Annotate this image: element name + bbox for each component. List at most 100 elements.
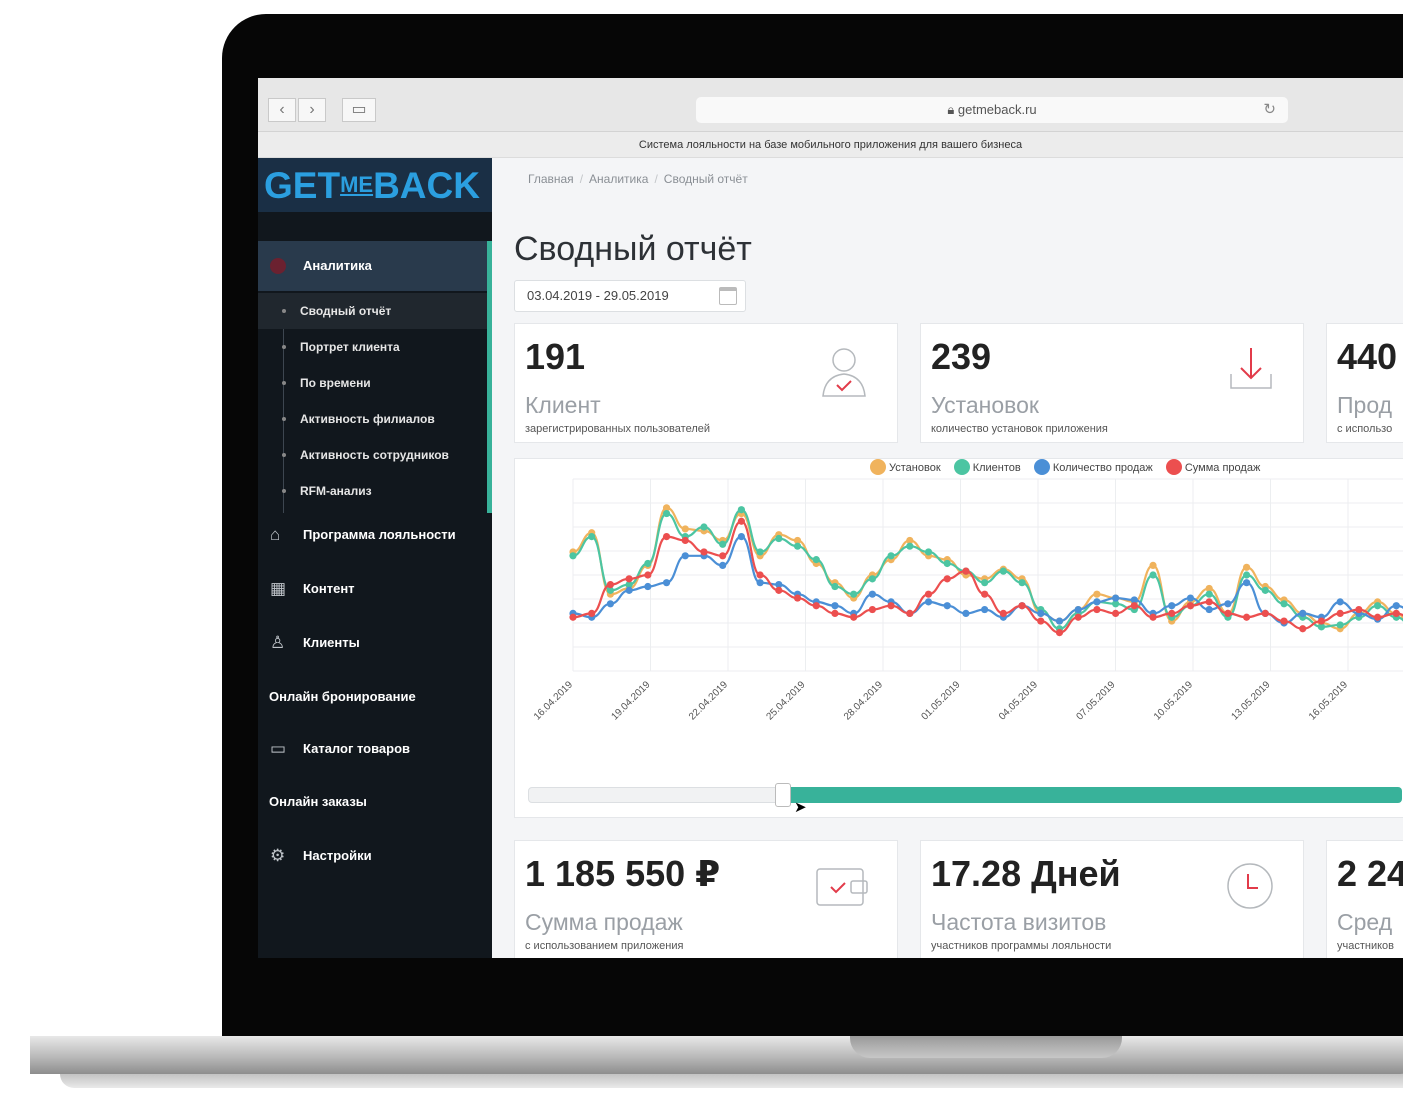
data-point bbox=[999, 609, 1007, 617]
breadcrumb-analytics[interactable]: Аналитика bbox=[589, 172, 648, 186]
screen: ‹ › ▭ 🔒︎ getmeback.ru ↻ Система лояльнос… bbox=[258, 78, 1403, 958]
sidebar-item-catalog[interactable]: ▭ Каталог товаров bbox=[258, 729, 492, 769]
data-point bbox=[943, 559, 951, 568]
data-point bbox=[831, 582, 839, 591]
data-point bbox=[737, 533, 745, 541]
data-point bbox=[775, 534, 783, 543]
data-point bbox=[831, 609, 839, 617]
data-point bbox=[737, 506, 745, 514]
sidebar-item-label: Онлайн бронирование bbox=[269, 689, 416, 704]
legend-item-installs[interactable]: Установок bbox=[870, 459, 941, 475]
range-slider-fill[interactable] bbox=[782, 787, 1402, 803]
legend-item-clients[interactable]: Клиентов bbox=[953, 459, 1021, 475]
subnav-item-branch-activity[interactable]: Активность филиалов bbox=[258, 401, 487, 437]
x-tick-label: 13.05.2019 bbox=[1229, 679, 1272, 722]
tagline-banner: Система лояльности на базе мобильного пр… bbox=[258, 132, 1403, 158]
data-point bbox=[887, 602, 895, 610]
data-point bbox=[588, 533, 596, 541]
data-point bbox=[1299, 625, 1307, 633]
chart-card: 16.04.2019 19.04.2019 22.04.2019 25.04.2019… bbox=[514, 458, 1403, 818]
range-slider-handle[interactable] bbox=[775, 783, 791, 807]
legend-label: Количество продаж bbox=[1052, 462, 1153, 474]
date-range-input[interactable]: 03.04.2019 - 29.05.2019 bbox=[514, 280, 746, 312]
data-point bbox=[943, 602, 951, 610]
data-point bbox=[1205, 598, 1213, 606]
sidebar-item-label: Аналитика bbox=[303, 258, 372, 273]
data-point bbox=[887, 552, 895, 560]
data-point bbox=[906, 609, 914, 617]
logo-part-back: BACK bbox=[373, 165, 480, 206]
sidebar-item-content[interactable]: ▦ Контент bbox=[258, 569, 492, 609]
subnav-item-staff-activity[interactable]: Активность сотрудников bbox=[258, 437, 487, 473]
data-point bbox=[662, 509, 671, 518]
x-tick-label: 22.04.2019 bbox=[687, 679, 730, 722]
data-point bbox=[962, 609, 970, 617]
date-range-value: 03.04.2019 - 29.05.2019 bbox=[527, 288, 669, 303]
sidebar-item-orders[interactable]: Онлайн заказы bbox=[258, 782, 492, 822]
calendar-icon[interactable] bbox=[719, 287, 737, 305]
reload-icon[interactable]: ↻ bbox=[1263, 97, 1276, 123]
data-point bbox=[1243, 563, 1251, 571]
stat-card-visit-frequency: 17.28 Дней Частота визитов участников пр… bbox=[920, 840, 1304, 958]
data-point bbox=[681, 552, 689, 560]
data-point bbox=[1168, 602, 1176, 610]
stat-label: Сумма продаж bbox=[525, 909, 683, 935]
subnav-item-rfm[interactable]: RFM-анализ bbox=[258, 473, 487, 509]
data-point bbox=[700, 548, 708, 556]
data-point bbox=[719, 540, 727, 548]
forward-button[interactable]: › bbox=[298, 98, 326, 122]
stat-label: Прод bbox=[1337, 392, 1393, 418]
data-point bbox=[812, 556, 820, 564]
data-point bbox=[756, 579, 764, 587]
line-chart: 16.04.2019 19.04.2019 22.04.2019 25.04.2019… bbox=[532, 478, 1403, 723]
sidebar-item-label: Программа лояльности bbox=[303, 527, 456, 542]
x-tick-label: 10.05.2019 bbox=[1152, 679, 1195, 722]
x-tick-label: 16.05.2019 bbox=[1307, 679, 1350, 722]
sidebar-item-label: Контент bbox=[303, 581, 355, 596]
data-point bbox=[1280, 600, 1288, 608]
user-icon: ♙ bbox=[270, 633, 286, 652]
sidebar-item-loyalty[interactable]: ⌂ Программа лояльности bbox=[258, 515, 492, 555]
stat-description: участников bbox=[1337, 940, 1395, 952]
page-title: Сводный отчёт bbox=[514, 230, 752, 268]
stat-card-sales: 440 Прод с использо bbox=[1326, 323, 1403, 443]
legend-item-sales-count[interactable]: Количество продаж bbox=[1033, 459, 1153, 475]
sidebar-item-booking[interactable]: Онлайн бронирование bbox=[258, 677, 492, 717]
x-tick-label: 07.05.2019 bbox=[1074, 679, 1117, 722]
data-point bbox=[868, 575, 876, 583]
data-point bbox=[1205, 590, 1213, 598]
data-point bbox=[1093, 605, 1101, 614]
data-point bbox=[1299, 609, 1307, 617]
data-point bbox=[588, 609, 596, 617]
data-point bbox=[793, 542, 802, 550]
data-point bbox=[606, 581, 615, 589]
back-button[interactable]: ‹ bbox=[268, 98, 296, 122]
sidebar-item-label: Онлайн заказы bbox=[269, 794, 367, 809]
subnav-item-by-time[interactable]: По времени bbox=[258, 365, 487, 401]
sidebar-toggle-icon[interactable]: ▭ bbox=[342, 98, 376, 122]
address-bar[interactable]: 🔒︎ getmeback.ru ↻ bbox=[696, 97, 1288, 123]
stat-value: 1 185 550 ₽ bbox=[525, 853, 721, 894]
sidebar-item-analytics[interactable]: Аналитика bbox=[258, 241, 490, 291]
main-content: Главная / Аналитика / Сводный отчёт Сводный … bbox=[492, 158, 1403, 958]
download-icon bbox=[1230, 348, 1272, 389]
data-point bbox=[1074, 613, 1082, 621]
sidebar-item-clients[interactable]: ♙ Клиенты bbox=[258, 623, 492, 663]
legend-item-sales-sum[interactable]: Сумма продаж bbox=[1165, 459, 1261, 475]
sidebar-item-settings[interactable]: ⚙ Настройки bbox=[258, 836, 492, 876]
logo-part-get: GET bbox=[264, 165, 341, 206]
data-point bbox=[981, 605, 989, 614]
data-point bbox=[1224, 600, 1232, 608]
subnav-item-summary[interactable]: Сводный отчёт bbox=[258, 293, 487, 329]
stat-description: с использо bbox=[1337, 423, 1393, 435]
data-point bbox=[756, 548, 764, 556]
data-point bbox=[662, 579, 671, 587]
legend-label: Сумма продаж bbox=[1184, 462, 1261, 474]
logo[interactable]: GETMEBACK bbox=[258, 158, 492, 212]
analytics-subnav: Сводный отчёт Портрет клиента По времени… bbox=[258, 293, 487, 509]
breadcrumb-home[interactable]: Главная bbox=[528, 172, 574, 186]
stat-description: с использованием приложения bbox=[525, 940, 684, 952]
subnav-item-client-portrait[interactable]: Портрет клиента bbox=[258, 329, 487, 365]
data-point bbox=[1355, 605, 1363, 614]
legend-swatch bbox=[870, 459, 886, 475]
